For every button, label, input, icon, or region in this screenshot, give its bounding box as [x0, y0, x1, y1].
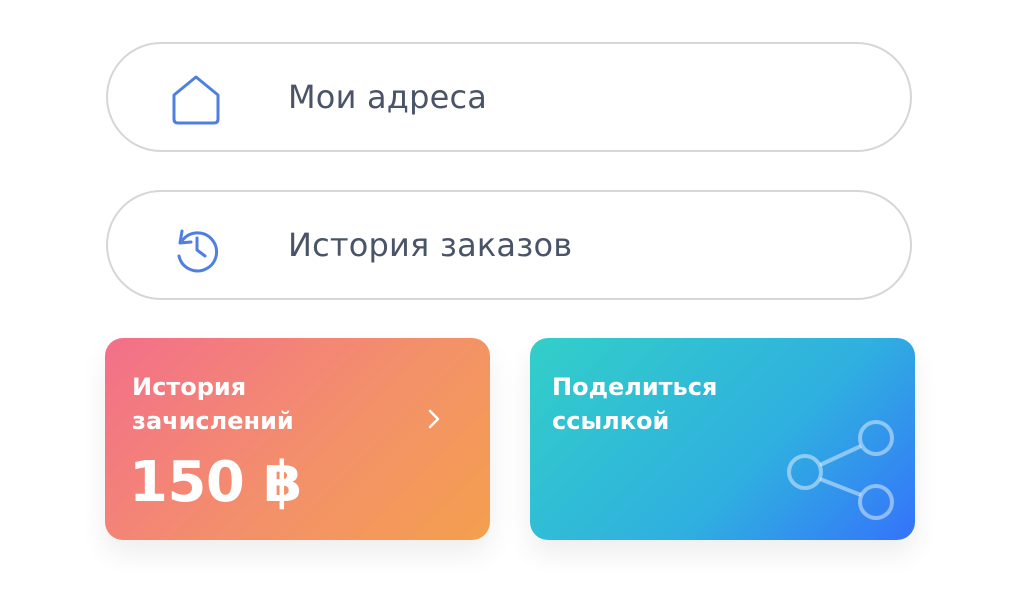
home-icon: [172, 75, 220, 125]
chevron-right-icon: [428, 409, 440, 429]
my-addresses-button[interactable]: Мои адреса: [106, 42, 912, 152]
share-link-card[interactable]: Поделиться ссылкой: [530, 338, 915, 540]
order-history-button[interactable]: История заказов: [106, 190, 912, 300]
bonus-amount: 150 ฿: [129, 450, 302, 515]
share-link-title: Поделиться ссылкой: [552, 373, 718, 435]
my-addresses-label: Мои адреса: [288, 78, 488, 116]
share-icon: [787, 420, 894, 520]
history-icon: [177, 229, 218, 273]
order-history-label: История заказов: [288, 226, 573, 264]
bonus-history-card[interactable]: История зачислений 150 ฿: [105, 338, 490, 540]
bonus-history-title: История зачислений: [132, 373, 294, 435]
